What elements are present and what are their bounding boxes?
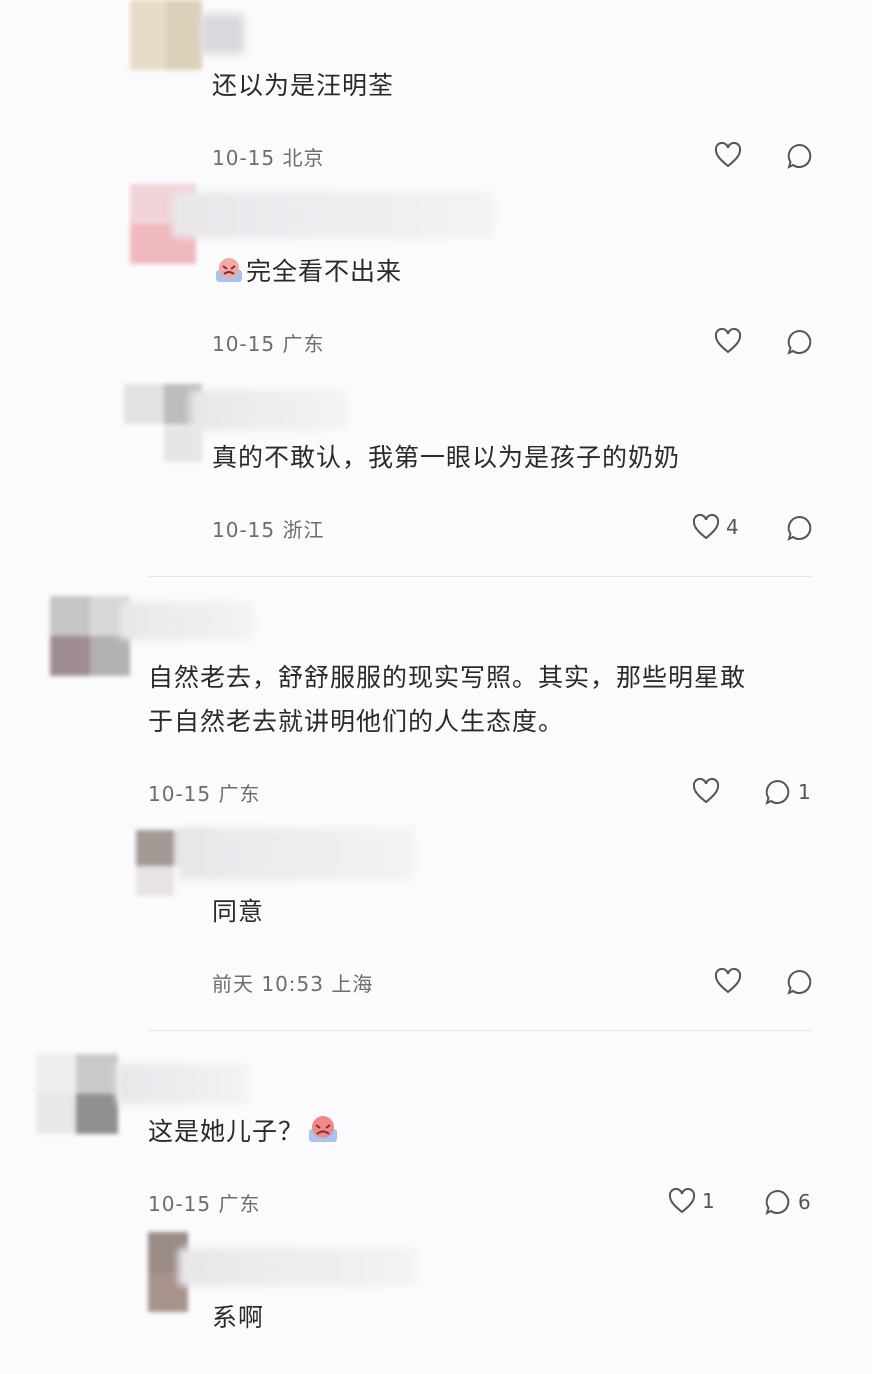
username-blurred[interactable] xyxy=(116,1064,248,1104)
divider xyxy=(148,576,812,577)
like-button[interactable] xyxy=(714,142,748,168)
comment-date: 10-15 xyxy=(148,782,212,806)
heart-outline-icon xyxy=(668,1188,696,1214)
heart-outline-icon xyxy=(714,968,742,994)
comment-text-content: 同意 xyxy=(212,897,265,926)
comment-meta: 10-15 广东 xyxy=(212,328,324,357)
comment-meta: 10-15 浙江 xyxy=(212,514,324,543)
speech-bubble-icon xyxy=(765,779,790,805)
reply-button[interactable]: 6 xyxy=(764,1188,811,1216)
speech-bubble-icon xyxy=(787,143,812,169)
avatar[interactable] xyxy=(50,596,130,676)
comment-location: 广东 xyxy=(282,332,325,356)
comment-text: 同意 xyxy=(212,890,264,934)
divider xyxy=(148,1030,812,1031)
reply-button[interactable]: 1 xyxy=(764,778,811,806)
reply-count: 1 xyxy=(798,780,811,804)
speech-bubble-icon xyxy=(787,515,812,541)
comment-location: 浙江 xyxy=(282,518,325,542)
avatar[interactable] xyxy=(130,0,202,70)
crying-face-emoji xyxy=(216,258,242,282)
like-count: 4 xyxy=(726,515,739,539)
username-blurred[interactable] xyxy=(190,390,346,430)
like-button[interactable] xyxy=(714,328,748,354)
avatar[interactable] xyxy=(36,1054,118,1134)
comment-meta: 10-15 广东 xyxy=(148,778,260,807)
comment-text: 还以为是汪明荃 xyxy=(212,64,394,108)
comment-date: 10-15 xyxy=(212,332,276,356)
comment-text-content: 还以为是汪明荃 xyxy=(212,71,395,100)
like-button[interactable]: 4 xyxy=(692,514,739,540)
comment-location: 广东 xyxy=(218,1192,261,1216)
like-button[interactable] xyxy=(692,778,726,804)
comment-date: 10-15 xyxy=(212,146,276,170)
reply-button[interactable] xyxy=(786,142,820,170)
comment-text: 系啊 xyxy=(212,1296,264,1340)
like-button[interactable]: 1 xyxy=(668,1188,715,1214)
comment-text: 真的不敢认，我第一眼以为是孩子的奶奶 xyxy=(212,436,680,480)
username-blurred[interactable] xyxy=(200,14,244,54)
comment-meta: 10-15 广东 xyxy=(148,1188,260,1217)
reply-button[interactable] xyxy=(786,968,820,996)
username-blurred[interactable] xyxy=(178,1248,416,1286)
heart-outline-icon xyxy=(714,328,742,354)
speech-bubble-icon xyxy=(765,1189,790,1215)
comment-text-content: 真的不敢认，我第一眼以为是孩子的奶奶 xyxy=(212,443,681,472)
comment-text-content: 完全看不出来 xyxy=(246,257,403,286)
comment-text: 这是她儿子？ xyxy=(148,1110,342,1154)
username-blurred[interactable] xyxy=(178,828,414,880)
comment-text-line: 于自然老去就讲明他们的人生态度。 xyxy=(148,707,565,736)
comment-text-content: 系啊 xyxy=(212,1303,265,1332)
speech-bubble-icon xyxy=(787,329,812,355)
comment-text-content: 这是她儿子？ xyxy=(148,1117,305,1146)
username-blurred[interactable] xyxy=(172,192,494,238)
reply-count: 6 xyxy=(798,1190,811,1214)
like-button[interactable] xyxy=(714,968,748,994)
reply-button[interactable] xyxy=(786,514,820,542)
reply-button[interactable] xyxy=(786,328,820,356)
crying-face-emoji xyxy=(309,1116,338,1142)
username-blurred[interactable] xyxy=(120,602,254,640)
comment-text: 完全看不出来 xyxy=(212,250,402,294)
heart-outline-icon xyxy=(714,142,742,168)
comment-text: 自然老去，舒舒服服的现实写照。其实，那些明星敢 于自然老去就讲明他们的人生态度。 xyxy=(148,656,746,744)
heart-outline-icon xyxy=(692,778,720,804)
comment-date: 10-15 xyxy=(148,1192,212,1216)
comment-location: 广东 xyxy=(218,782,261,806)
speech-bubble-icon xyxy=(787,969,812,995)
comment-location: 上海 xyxy=(331,972,374,996)
comment-text-line: 自然老去，舒舒服服的现实写照。其实，那些明星敢 xyxy=(148,663,747,692)
comment-meta: 10-15 北京 xyxy=(212,142,324,171)
like-count: 1 xyxy=(702,1189,715,1213)
comment-date: 前天 10:53 xyxy=(212,972,324,996)
comment-date: 10-15 xyxy=(212,518,276,542)
comment-meta: 前天 10:53 上海 xyxy=(212,968,373,997)
comment-location: 北京 xyxy=(282,146,325,170)
heart-outline-icon xyxy=(692,514,720,540)
